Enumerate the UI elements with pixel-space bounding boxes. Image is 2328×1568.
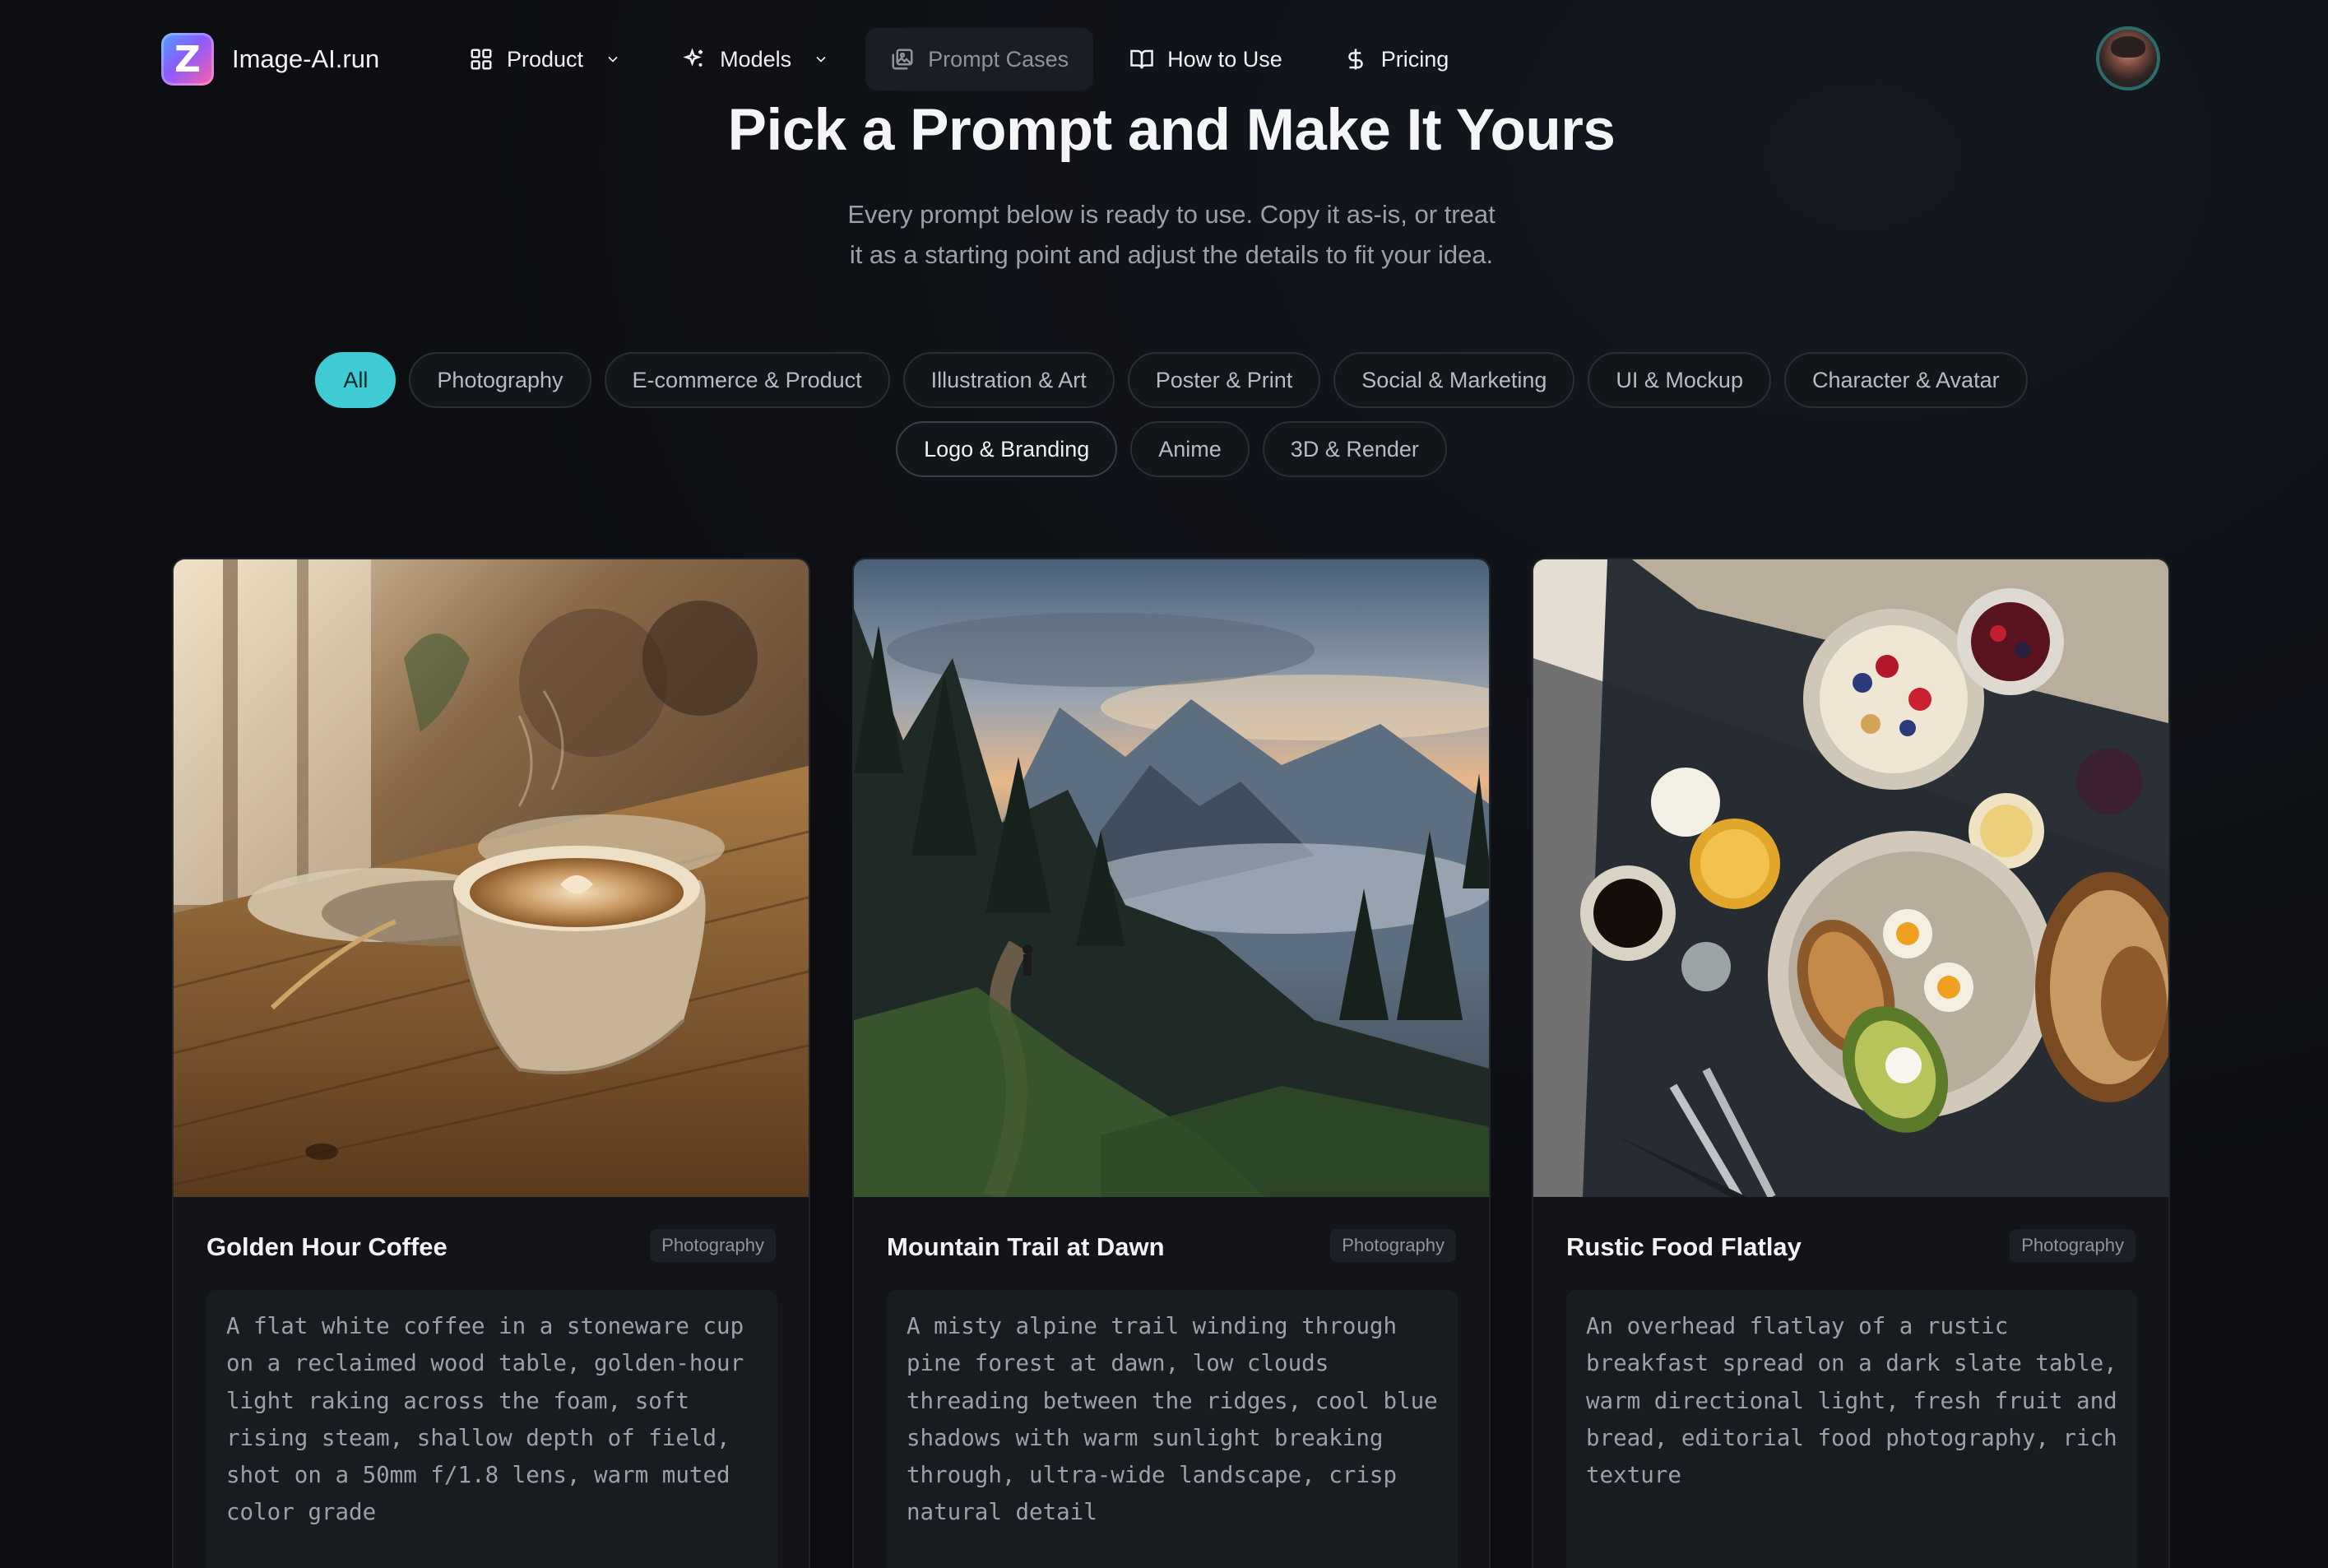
category-badge: Photography [650,1229,776,1262]
nav-item-label: Pricing [1380,46,1449,72]
filter-chip-illustration-art[interactable]: Illustration & Art [902,352,1115,408]
nav-item-models[interactable]: Models [657,28,854,90]
filter-chip-social-marketing[interactable]: Social & Marketing [1333,352,1575,408]
filter-chip-poster-print[interactable]: Poster & Print [1127,352,1321,408]
prompt-text[interactable]: An overhead flatlay of a rustic breakfas… [1566,1290,2137,1568]
category-badge: Photography [2010,1229,2136,1262]
nav-item-label: How to Use [1167,46,1282,72]
filter-chip-ui-mockup[interactable]: UI & Mockup [1588,352,1771,408]
prompt-card[interactable]: Mountain Trail at Dawn Photography A mis… [852,558,1491,1568]
card-image-coffee[interactable] [174,559,809,1197]
gallery-icon [890,47,915,72]
coffee-photo [174,559,809,1197]
prompt-text[interactable]: A flat white coffee in a stoneware cup o… [206,1290,777,1568]
card-image-mountain[interactable] [854,559,1489,1197]
brand-name[interactable]: Image-AI.run [232,44,379,74]
nav-item-how-to-use[interactable]: How to Use [1105,28,1307,90]
prompt-text[interactable]: A misty alpine trail winding through pin… [887,1290,1458,1568]
category-filters-row-1: All Photography E-commerce & Product Ill… [0,352,2328,408]
filter-chip-all[interactable]: All [315,352,397,408]
nav-item-prompt-cases[interactable]: Prompt Cases [865,28,1094,90]
nav-item-pricing[interactable]: Pricing [1319,28,1474,90]
nav-menu: Product Models Prompt Cases How to Use P… [444,28,1485,90]
page-subtitle: Every prompt below is ready to use. Copy… [0,194,2328,275]
filter-chip-logo-branding[interactable]: Logo & Branding [896,421,1118,477]
prompt-card[interactable]: Golden Hour Coffee Photography A flat wh… [172,558,810,1568]
book-icon [1129,47,1154,72]
page-title: Pick a Prompt and Make It Yours [727,98,1616,163]
card-title: Rustic Food Flatlay [1566,1232,1802,1261]
category-filters-row-2: Logo & Branding Anime 3D & Render [0,421,2328,477]
brand[interactable]: Z Image-AI.run [161,33,379,86]
card-image-flatlay[interactable] [1533,559,2168,1197]
nav-item-label: Product [507,46,584,72]
category-badge: Photography [1330,1229,1456,1262]
dollar-icon [1343,47,1368,72]
prompt-card[interactable]: Rustic Food Flatlay Photography An overh… [1532,558,2170,1568]
user-avatar[interactable] [2096,26,2160,90]
subtitle-line: Every prompt below is ready to use. Copy… [847,200,1496,229]
nav-item-product[interactable]: Product [444,28,646,90]
page: Z Image-AI.run Product Models Prompt Cas… [0,0,2328,1568]
mountain-photo [854,559,1489,1197]
card-title: Golden Hour Coffee [206,1232,448,1261]
filter-chip-anime[interactable]: Anime [1130,421,1250,477]
avatar-hair [2111,36,2145,58]
nav-item-label: Prompt Cases [928,46,1069,72]
subtitle-line: it as a starting point and adjust the de… [849,240,1494,269]
filter-chip-3d-render[interactable]: 3D & Render [1262,421,1447,477]
filter-chip-character-avatar[interactable]: Character & Avatar [1783,352,2028,408]
chevron-down-icon [813,51,829,67]
filter-chip-ecommerce-product[interactable]: E-commerce & Product [604,352,890,408]
sparkle-icon [682,47,707,72]
nav-item-label: Models [720,46,792,72]
card-title: Mountain Trail at Dawn [887,1232,1165,1261]
filter-chip-photography[interactable]: Photography [409,352,591,408]
grid-icon [469,47,494,72]
flatlay-photo [1533,559,2168,1197]
brand-logo[interactable]: Z [161,33,214,86]
chevron-down-icon [605,51,621,67]
